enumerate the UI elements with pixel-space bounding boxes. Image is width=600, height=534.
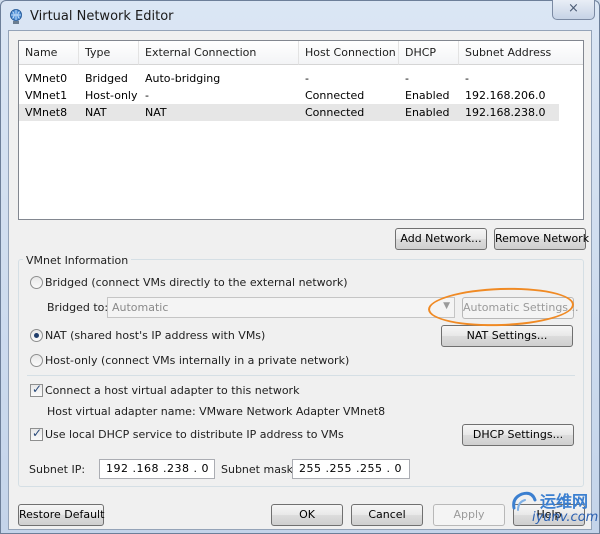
cell-type: NAT: [85, 106, 107, 119]
dhcp-label[interactable]: Use local DHCP service to distribute IP …: [45, 428, 344, 441]
network-table[interactable]: Name Type External Connection Host Conne…: [18, 40, 584, 220]
cell-name: VMnet1: [25, 89, 68, 102]
adapter-name-text: Host virtual adapter name: VMware Networ…: [47, 405, 386, 418]
bridged-to-value: Automatic: [112, 301, 169, 314]
connect-adapter-label[interactable]: Connect a host virtual adapter to this n…: [45, 384, 299, 397]
host-only-label[interactable]: Host-only (connect VMs internally in a p…: [45, 354, 349, 367]
nat-label[interactable]: NAT (shared host's IP address with VMs): [45, 329, 265, 342]
cell-external: -: [145, 89, 149, 102]
group-legend: VMnet Information: [23, 254, 132, 267]
add-network-button[interactable]: Add Network...: [395, 228, 487, 250]
close-button[interactable]: ×: [552, 0, 595, 20]
close-icon: ×: [568, 1, 579, 16]
table-row-vmnet0[interactable]: VMnet0 Bridged Auto-bridging - - -: [19, 70, 559, 87]
cell-type: Host-only: [85, 89, 138, 102]
column-header-subnet-address[interactable]: Subnet Address: [459, 41, 583, 65]
watermark-logo: 运维网 iyunv.com: [510, 486, 600, 534]
column-header-host-connection[interactable]: Host Connection: [299, 41, 399, 65]
cell-dhcp: Enabled: [405, 106, 450, 119]
subnet-mask-input[interactable]: 255 .255 .255 . 0: [292, 459, 410, 479]
cell-dhcp: -: [405, 72, 409, 85]
subnet-ip-input[interactable]: 192 .168 .238 . 0: [99, 459, 215, 479]
cell-host: Connected: [305, 106, 365, 119]
watermark-url: iyunv.com: [532, 510, 599, 525]
bridged-to-select[interactable]: Automatic ▼: [107, 297, 455, 318]
network-globe-icon: [10, 9, 22, 24]
cell-name: VMnet0: [25, 72, 68, 85]
cell-subnet: -: [465, 72, 469, 85]
cell-external: Auto-bridging: [145, 72, 221, 85]
bridged-to-label: Bridged to:: [47, 301, 109, 314]
column-header-external-connection[interactable]: External Connection: [139, 41, 299, 65]
ok-button[interactable]: OK: [271, 504, 343, 526]
divider: [27, 375, 575, 376]
column-header-type[interactable]: Type: [79, 41, 139, 65]
dhcp-checkbox[interactable]: [30, 426, 43, 441]
nat-settings-button[interactable]: NAT Settings...: [441, 325, 573, 347]
bridged-radio[interactable]: [30, 276, 43, 289]
apply-button[interactable]: Apply: [433, 504, 505, 526]
cell-host: Connected: [305, 89, 365, 102]
remove-network-button[interactable]: Remove Network: [494, 228, 589, 250]
dialog-client-area: Name Type External Connection Host Conne…: [8, 30, 592, 530]
cell-dhcp: Enabled: [405, 89, 450, 102]
nat-radio[interactable]: [30, 329, 43, 342]
column-header-dhcp[interactable]: DHCP: [399, 41, 459, 65]
window-title: Virtual Network Editor: [30, 9, 174, 24]
cell-subnet: 192.168.206.0: [465, 89, 546, 102]
cell-subnet: 192.168.238.0: [465, 106, 546, 119]
column-header-name[interactable]: Name: [19, 41, 79, 65]
bridged-label[interactable]: Bridged (connect VMs directly to the ext…: [45, 276, 348, 289]
subnet-ip-label: Subnet IP:: [29, 463, 86, 476]
dhcp-settings-button[interactable]: DHCP Settings...: [462, 424, 574, 446]
cell-type: Bridged: [85, 72, 128, 85]
connect-adapter-checkbox[interactable]: [30, 382, 43, 397]
table-row-vmnet1[interactable]: VMnet1 Host-only - Connected Enabled 192…: [19, 87, 559, 104]
cell-host: -: [305, 72, 309, 85]
table-row-vmnet8[interactable]: VMnet8 NAT NAT Connected Enabled 192.168…: [19, 104, 559, 121]
restore-default-button[interactable]: Restore Default: [18, 504, 104, 526]
subnet-mask-label: Subnet mask:: [221, 463, 297, 476]
title-bar[interactable]: Virtual Network Editor ×: [0, 0, 600, 34]
watermark-text: 运维网: [540, 492, 589, 511]
cancel-button[interactable]: Cancel: [351, 504, 423, 526]
cell-external: NAT: [145, 106, 167, 119]
host-only-radio[interactable]: [30, 354, 43, 367]
cell-name: VMnet8: [25, 106, 68, 119]
